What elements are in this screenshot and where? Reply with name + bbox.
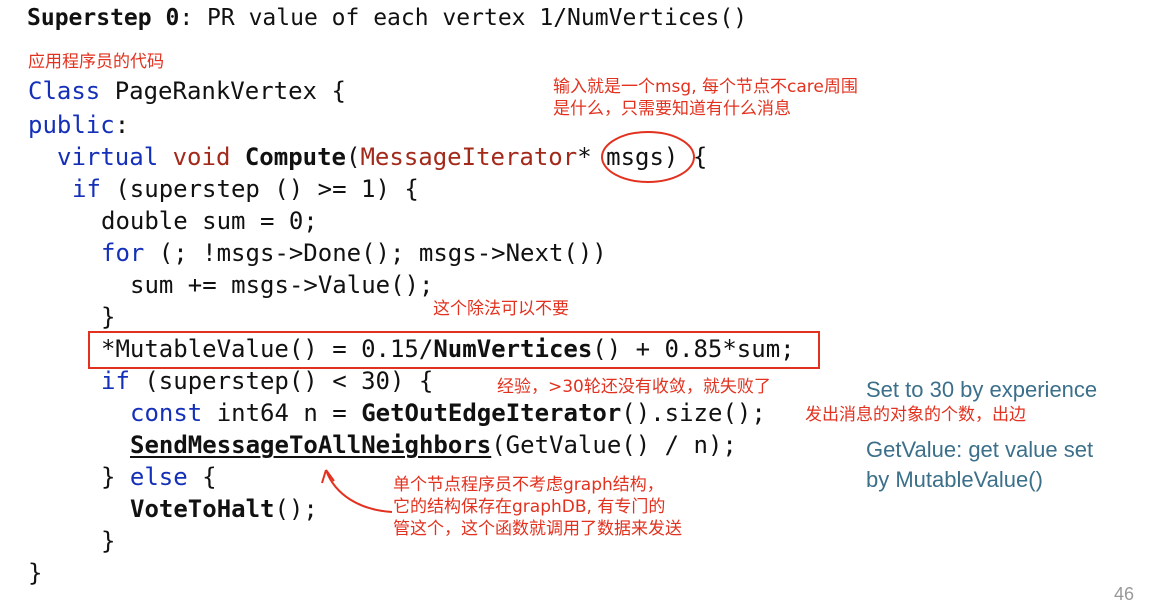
code-line-10: if (superstep() < 30) { [101,365,433,397]
code-line-11: const int64 n = GetOutEdgeIterator().siz… [130,397,766,429]
code-line-6: for (; !msgs->Done(); msgs->Next()) [101,237,607,269]
page-number: 46 [1113,584,1134,604]
class-name: PageRankVertex { [100,77,346,105]
kw-if: if [72,175,101,203]
code-line-1: Class PageRankVertex { [28,75,346,107]
kw-if: if [101,367,130,395]
note-msg-input-2: 是什么，只需要知道有什么消息 [553,99,791,119]
arrow-head-icon [321,469,335,484]
kw-for: for [101,239,145,267]
note-graph-2: 它的结构保存在graphDB, 有专门的 [393,497,666,517]
highlight-box [88,331,820,369]
paren-open: ( [346,143,361,171]
note-division: 这个除法可以不要 [433,299,569,319]
side-note-set30: Set to 30 by experience [866,377,1098,402]
kw-else: else [129,463,188,491]
code-line-2: public: [28,109,129,141]
if-cond: (superstep () >= 1) { [100,175,419,203]
code-line-5: double sum = 0; [101,207,318,235]
code-line-16: } [28,559,43,587]
code-line-13: } else { [101,461,217,493]
code-line-4: if (superstep () >= 1) { [72,173,419,205]
side-note-getvalue-2: by MutableValue() [866,467,1043,492]
colon: : [114,111,130,139]
brace-open: { [187,463,217,491]
note-graph-3: 管这个，这个函数就调用了数据来发送 [393,519,682,539]
code-line-14: VoteToHalt(); [130,493,318,525]
kw-const: const [130,399,203,427]
code-line-8: } [101,303,116,331]
code-line-15: } [101,527,116,555]
kw-virtual: virtual [57,143,159,171]
note-experience: 经验，>30轮还没有收敛，就失败了 [497,377,771,397]
title-bold: Superstep 0 [27,5,180,31]
fn-send-message: SendMessageToAllNeighbors [130,431,492,459]
type-message-iterator: MessageIterator [360,143,578,171]
code-line-3: virtual void Compute(MessageIterator* ms… [57,141,707,173]
for-cond: (; !msgs->Done(); msgs->Next()) [144,239,607,267]
send-args: (GetValue() / n); [491,431,737,459]
fn-get-out-edge-iterator: GetOutEdgeIterator [361,399,622,427]
fn-vote-to-halt: VoteToHalt [130,495,275,523]
note-out-edges: 发出消息的对象的个数，出边 [805,405,1026,425]
decl-post: ().size(); [621,399,766,427]
call-end: (); [274,495,318,523]
params: * msgs) { [577,143,708,171]
kw-void: void [172,143,231,171]
slide-title: Superstep 0: PR value of each vertex 1/N… [27,2,747,34]
decl-mid: int64 n = [202,399,362,427]
annotation-arrow [325,469,393,513]
if-cond-30: (superstep() < 30) { [129,367,434,395]
code-line-12: SendMessageToAllNeighbors(GetValue() / n… [130,429,737,461]
title-rest: : PR value of each vertex 1/NumVertices(… [179,5,748,31]
kw-public: public [28,111,115,139]
side-note-getvalue-1: GetValue: get value set [866,437,1094,462]
note-msg-input-1: 输入就是一个msg, 每个节点不care周围 [553,77,858,97]
brace-close: } [101,463,130,491]
kw-class: Class [28,77,101,105]
fn-compute: Compute [244,143,347,171]
note-graph-1: 单个节点程序员不考虑graph结构， [393,475,664,495]
code-line-7: sum += msgs->Value(); [130,271,434,299]
code-label: 应用程序员的代码 [28,52,164,72]
